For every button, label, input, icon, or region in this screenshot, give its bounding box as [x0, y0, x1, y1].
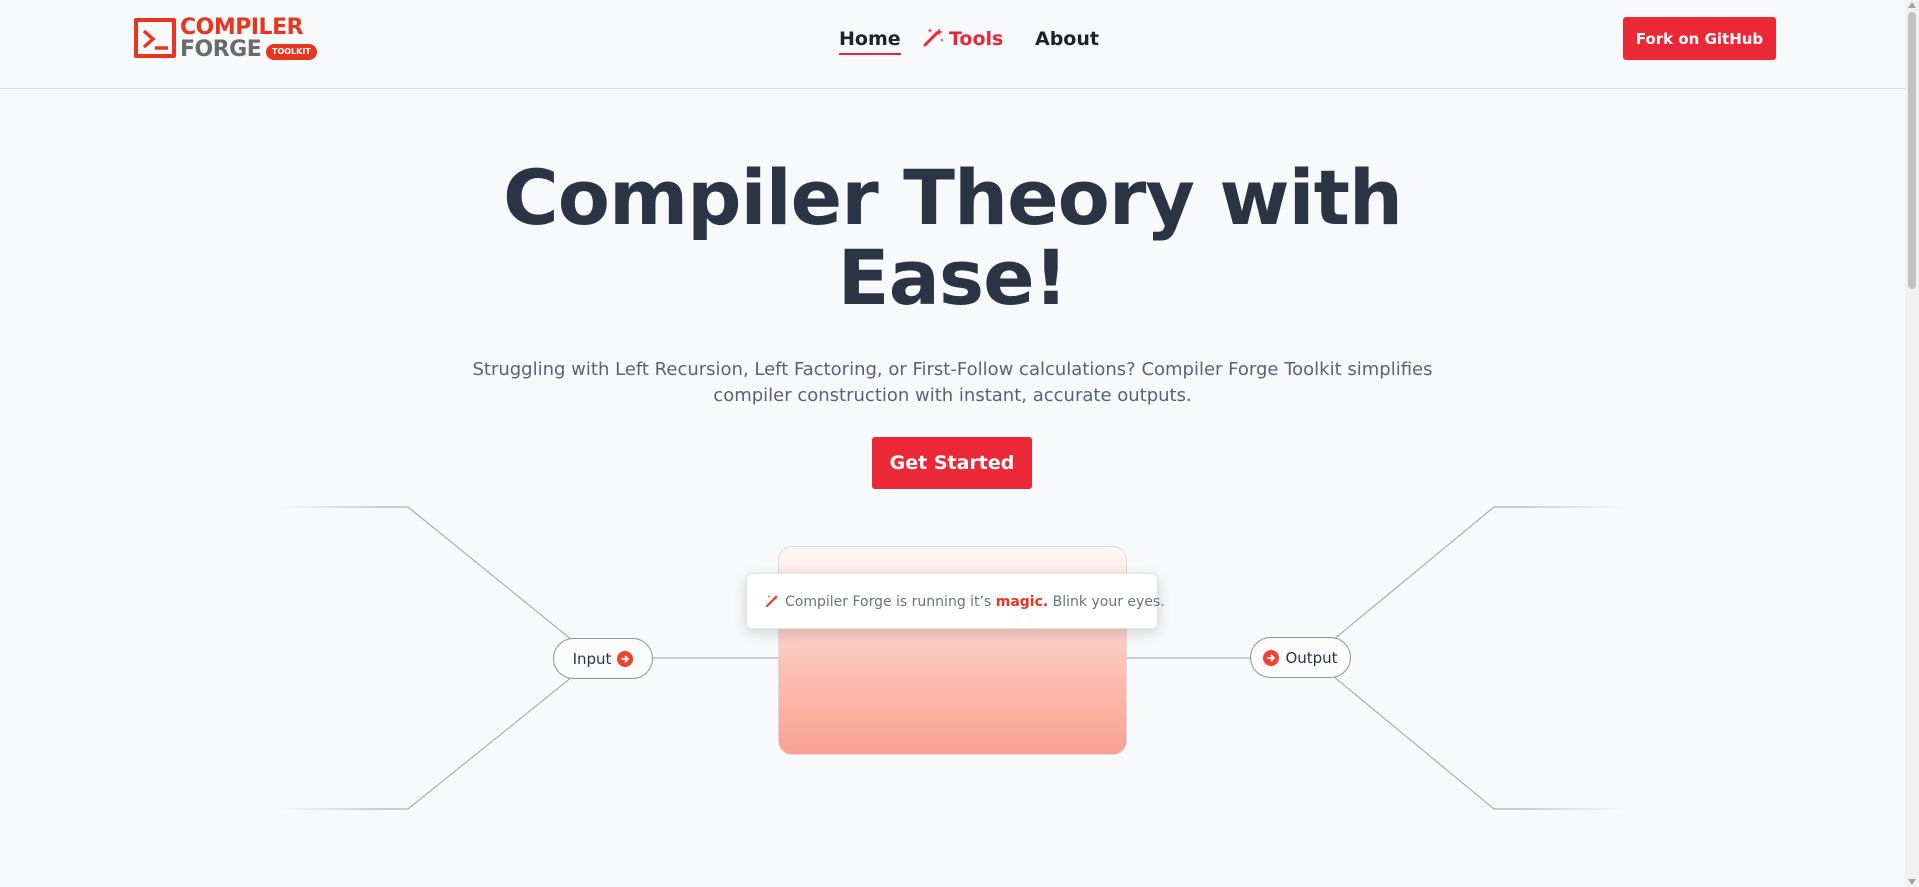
output-node: Output [1250, 637, 1351, 678]
magic-wand-icon [765, 576, 779, 632]
toast-text-emphasis: magic. [995, 594, 1049, 610]
arrow-right-circle-icon [617, 650, 634, 667]
scroll-down-arrow-icon[interactable] [1908, 879, 1916, 885]
input-node-label: Input [572, 649, 612, 668]
toast-text-suffix: Blink your eyes. [1048, 594, 1165, 610]
arrow-right-circle-icon [1263, 649, 1280, 666]
toast-text-prefix: Compiler Forge is running it’s [785, 594, 996, 610]
input-node: Input [553, 638, 653, 679]
output-node-label: Output [1285, 648, 1338, 667]
status-toast: Compiler Forge is running it’s magic. Bl… [746, 573, 1165, 632]
scroll-up-arrow-icon[interactable] [1908, 2, 1916, 8]
page-scrollbar[interactable] [1905, 0, 1919, 887]
scrollbar-thumb[interactable] [1908, 12, 1916, 289]
